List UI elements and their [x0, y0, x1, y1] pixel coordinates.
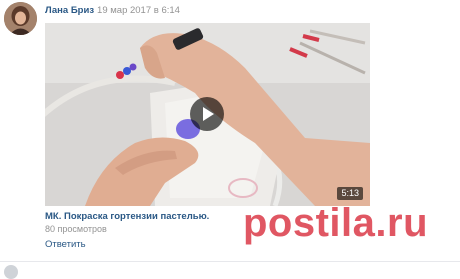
play-icon [203, 107, 214, 121]
author-avatar[interactable] [4, 2, 37, 35]
wall-post: Лана Бриз 19 мар 2017 в 6:14 5:13 МК. По… [0, 0, 460, 279]
video-thumbnail[interactable]: 5:13 [45, 23, 370, 206]
video-title-link[interactable]: МК. Покраска гортензии пастелью. [45, 211, 209, 223]
video-duration: 5:13 [337, 187, 363, 200]
video-views-count: 80 просмотров [45, 224, 107, 234]
post-divider [0, 261, 460, 262]
site-watermark: postila.ru [243, 201, 429, 245]
play-button[interactable] [190, 97, 224, 131]
author-name-link[interactable]: Лана Бриз [45, 5, 94, 16]
post-header: Лана Бриз 19 мар 2017 в 6:14 [45, 5, 180, 17]
next-post-avatar[interactable] [4, 265, 18, 279]
post-date: 19 мар 2017 в 6:14 [97, 5, 180, 16]
reply-link[interactable]: Ответить [45, 239, 86, 251]
